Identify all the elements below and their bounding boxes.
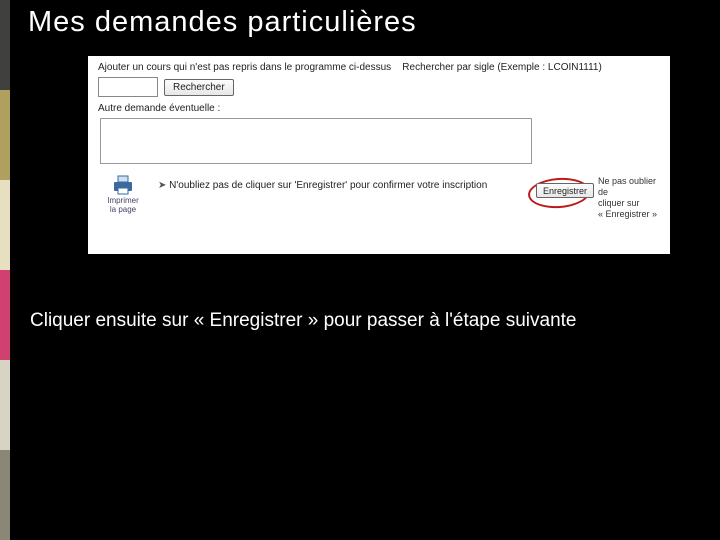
print-label-2: la page xyxy=(110,205,136,214)
search-hint: Rechercher par sigle (Exemple : LCOIN111… xyxy=(402,62,602,73)
save-button[interactable]: Enregistrer xyxy=(536,183,594,198)
side-note-line3: « Enregistrer » xyxy=(598,209,657,219)
accent-strip xyxy=(0,0,10,540)
printer-icon xyxy=(111,174,135,196)
add-course-label: Ajouter un cours qui n'est pas repris da… xyxy=(98,62,391,73)
print-page-link[interactable]: Imprimer la page xyxy=(98,174,148,214)
side-note-line2: cliquer sur xyxy=(598,198,640,208)
side-note-line1: Ne pas oublier de xyxy=(598,176,656,197)
course-code-input[interactable] xyxy=(98,77,158,97)
save-area: Enregistrer Ne pas oublier de cliquer su… xyxy=(520,176,660,226)
side-note: Ne pas oublier de cliquer sur « Enregist… xyxy=(598,176,660,220)
arrow-icon: ➤ xyxy=(158,180,169,191)
search-button[interactable]: Rechercher xyxy=(164,79,234,96)
reminder-label: N'oubliez pas de cliquer sur 'Enregistre… xyxy=(169,180,487,191)
other-request-textarea[interactable] xyxy=(100,118,532,164)
slide-title: Mes demandes particulières xyxy=(28,6,417,39)
print-label-1: Imprimer xyxy=(107,196,139,205)
other-request-label: Autre demande éventuelle : xyxy=(98,103,660,114)
form-screenshot: Ajouter un cours qui n'est pas repris da… xyxy=(88,56,670,254)
reminder-text: ➤ N'oubliez pas de cliquer sur 'Enregist… xyxy=(158,180,510,191)
instruction-text: Cliquer ensuite sur « Enregistrer » pour… xyxy=(30,310,576,332)
add-course-line: Ajouter un cours qui n'est pas repris da… xyxy=(98,62,660,73)
